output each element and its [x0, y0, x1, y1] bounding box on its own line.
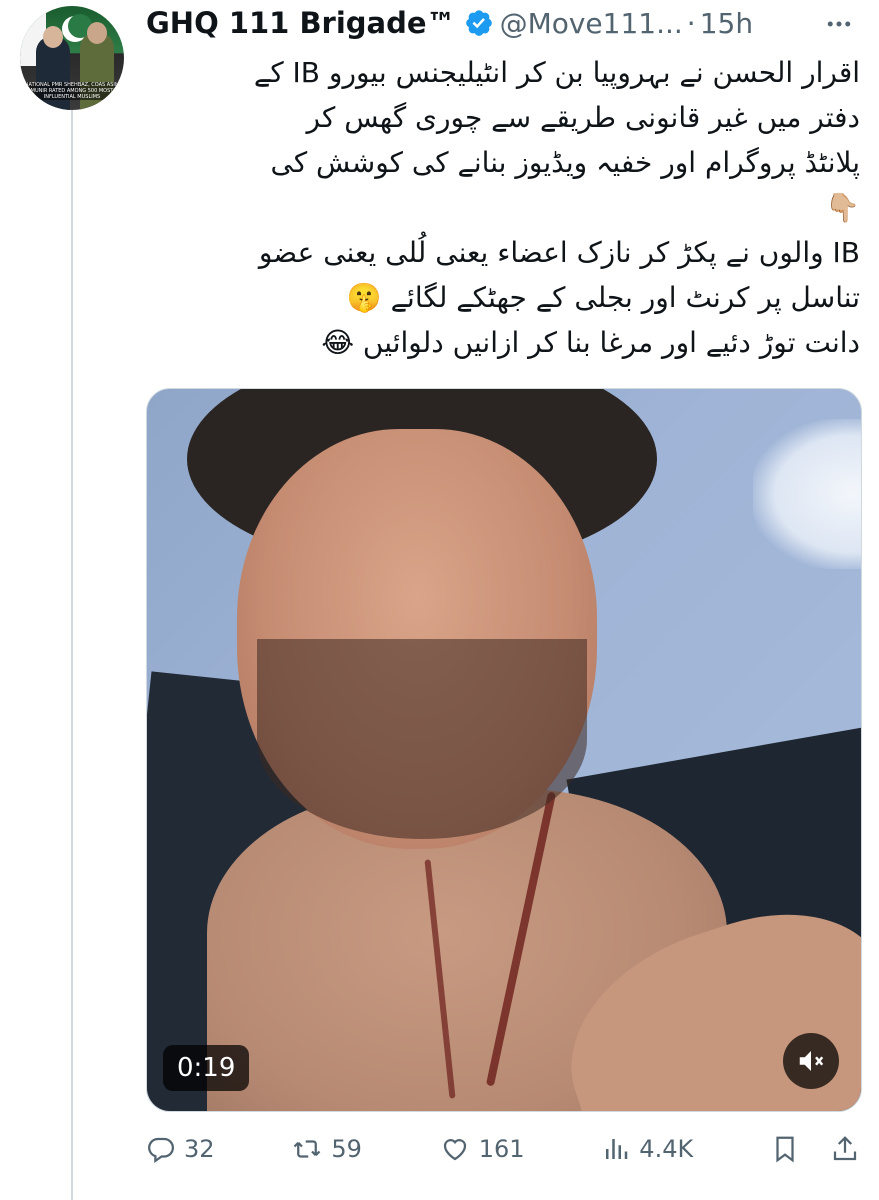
display-name[interactable]: GHQ 111 Brigade™ [146, 6, 456, 40]
views-icon [606, 1139, 628, 1159]
like-icon [443, 1139, 466, 1161]
action-bar: 32 59 161 4.4K [146, 1124, 860, 1174]
tweet-line: پلانٹڈ پروگرام اور خفیہ ویڈیوز بنانے کی … [270, 146, 860, 179]
repost-count: 59 [331, 1135, 362, 1163]
tweet-line: دانت توڑ دئیے اور مرغا بنا کر ازانیں دلو… [321, 326, 860, 359]
tweet-line: دفتر میں غیر قانونی طریقے سے چوری گھس کر [306, 101, 860, 134]
reply-count: 32 [184, 1135, 215, 1163]
like-count: 161 [478, 1135, 525, 1163]
tweet-header: GHQ 111 Brigade™ @Move111... · 15h [146, 0, 753, 46]
repost-button[interactable]: 59 [291, 1134, 362, 1164]
bookmark-icon [776, 1136, 794, 1163]
reply-button[interactable]: 32 [146, 1134, 215, 1164]
repost-icon [294, 1140, 321, 1158]
share-icon [833, 1136, 857, 1161]
like-button[interactable]: 161 [439, 1134, 525, 1164]
share-button[interactable] [830, 1134, 860, 1164]
separator-dot: · [686, 6, 696, 40]
tweet-line: اقرار الحسن نے بہروپیا بن کر انٹیلیجنس ب… [253, 56, 860, 89]
more-icon[interactable] [821, 6, 857, 42]
verified-badge-icon[interactable] [464, 8, 494, 38]
avatar-caption: NATIONAL PMR SHEHBAZ, COAS ASIM MUNIR RA… [20, 82, 124, 100]
avatar[interactable]: NATIONAL PMR SHEHBAZ, COAS ASIM MUNIR RA… [20, 6, 124, 110]
bookmark-button[interactable] [770, 1134, 800, 1164]
thread-line [71, 90, 73, 1200]
tweet-line: IB والوں نے پکڑ کر نازک اعضاء یعنی لُلی … [258, 236, 860, 269]
timestamp[interactable]: 15h [700, 7, 753, 40]
tweet-text: اقرار الحسن نے بہروپیا بن کر انٹیلیجنس ب… [148, 50, 860, 365]
views-count: 4.4K [639, 1135, 694, 1163]
handle[interactable]: @Move111... [500, 7, 683, 40]
video-player[interactable]: 0:19 [146, 388, 862, 1112]
pointing-down-emoji: 👇🏼 [825, 191, 860, 224]
views-button[interactable]: 4.4K [601, 1134, 693, 1164]
reply-icon [148, 1137, 174, 1164]
video-duration: 0:19 [163, 1045, 250, 1091]
mute-icon[interactable] [783, 1033, 839, 1089]
video-background-light [753, 419, 861, 569]
action-group-right [770, 1134, 860, 1164]
video-beard [257, 639, 587, 839]
tweet-line: تناسل پر کرنٹ اور بجلی کے جھٹکے لگائے 🤫 [346, 281, 860, 314]
